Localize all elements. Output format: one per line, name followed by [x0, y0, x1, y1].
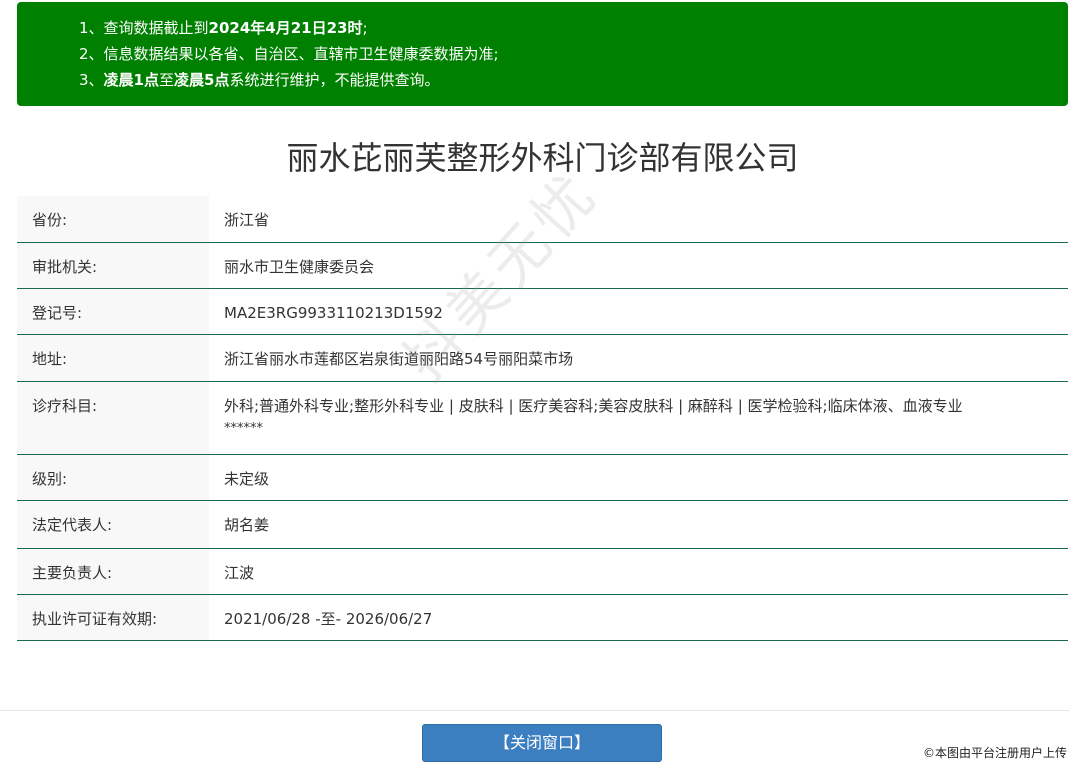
notice-date: 2024年4月21日23时	[208, 19, 363, 37]
row-value: 胡名姜	[209, 500, 1068, 549]
notice-time-start: 凌晨1点	[103, 71, 159, 89]
table-row: 登记号: MA2E3RG9933110213D1592	[17, 288, 1068, 335]
row-label: 登记号:	[17, 288, 209, 335]
row-value-line: ******	[224, 420, 263, 436]
table-row: 主要负责人: 江波	[17, 548, 1068, 595]
row-value: MA2E3RG9933110213D1592	[209, 288, 1068, 335]
notice-text: 系统进行维护，不能提供查询。	[229, 71, 440, 89]
close-window-button[interactable]: 【关闭窗口】	[422, 724, 662, 762]
row-label: 省份:	[17, 196, 209, 243]
table-row: 法定代表人: 胡名姜	[17, 500, 1068, 549]
row-label: 地址:	[17, 334, 209, 382]
table-row: 诊疗科目: 外科;普通外科专业;整形外科专业 | 皮肤科 | 医疗美容科;美容皮…	[17, 381, 1068, 455]
row-label: 诊疗科目:	[17, 381, 209, 455]
notice-line-1: 1、查询数据截止到2024年4月21日23时;	[79, 15, 1068, 41]
row-label: 法定代表人:	[17, 500, 209, 549]
table-row: 执业许可证有效期: 2021/06/28 -至- 2026/06/27	[17, 594, 1068, 641]
row-value: 江波	[209, 548, 1068, 595]
row-value: 未定级	[209, 454, 1068, 501]
row-label: 主要负责人:	[17, 548, 209, 595]
table-row: 地址: 浙江省丽水市莲都区岩泉街道丽阳路54号丽阳菜市场	[17, 334, 1068, 382]
row-value: 外科;普通外科专业;整形外科专业 | 皮肤科 | 医疗美容科;美容皮肤科 | 麻…	[209, 381, 1068, 455]
copyright-notice: ©本图由平台注册用户上传	[922, 746, 1067, 760]
table-row: 审批机关: 丽水市卫生健康委员会	[17, 242, 1068, 289]
row-value: 丽水市卫生健康委员会	[209, 242, 1068, 289]
row-value-line: 外科;普通外科专业;整形外科专业 | 皮肤科 | 医疗美容科;美容皮肤科 | 麻…	[224, 396, 963, 415]
notice-line-2: 2、信息数据结果以各省、自治区、直辖市卫生健康委数据为准;	[79, 41, 1068, 67]
notice-text: 至	[158, 71, 174, 89]
notice-text: 1、查询数据截止到	[79, 19, 209, 37]
notice-time-end: 凌晨5点	[174, 71, 230, 89]
row-label: 级别:	[17, 454, 209, 501]
table-row: 级别: 未定级	[17, 454, 1068, 501]
row-value: 2021/06/28 -至- 2026/06/27	[209, 594, 1068, 641]
row-value: 浙江省	[209, 196, 1068, 243]
row-label: 执业许可证有效期:	[17, 594, 209, 641]
notice-line-3: 3、凌晨1点至凌晨5点系统进行维护，不能提供查询。	[79, 67, 1068, 93]
notice-text: 3、	[79, 71, 104, 89]
notice-text: ;	[362, 19, 368, 37]
notice-banner: 1、查询数据截止到2024年4月21日23时; 2、信息数据结果以各省、自治区、…	[17, 2, 1068, 106]
page-title: 丽水芘丽芙整形外科门诊部有限公司	[286, 139, 799, 177]
info-table: 省份: 浙江省 审批机关: 丽水市卫生健康委员会 登记号: MA2E3RG993…	[17, 196, 1068, 641]
footer-divider	[0, 710, 1069, 711]
notice-text: 2、信息数据结果以各省、自治区、直辖市卫生健康委数据为准;	[79, 45, 499, 63]
table-row: 省份: 浙江省	[17, 196, 1068, 243]
row-label: 审批机关:	[17, 242, 209, 289]
row-value: 浙江省丽水市莲都区岩泉街道丽阳路54号丽阳菜市场	[209, 334, 1068, 382]
